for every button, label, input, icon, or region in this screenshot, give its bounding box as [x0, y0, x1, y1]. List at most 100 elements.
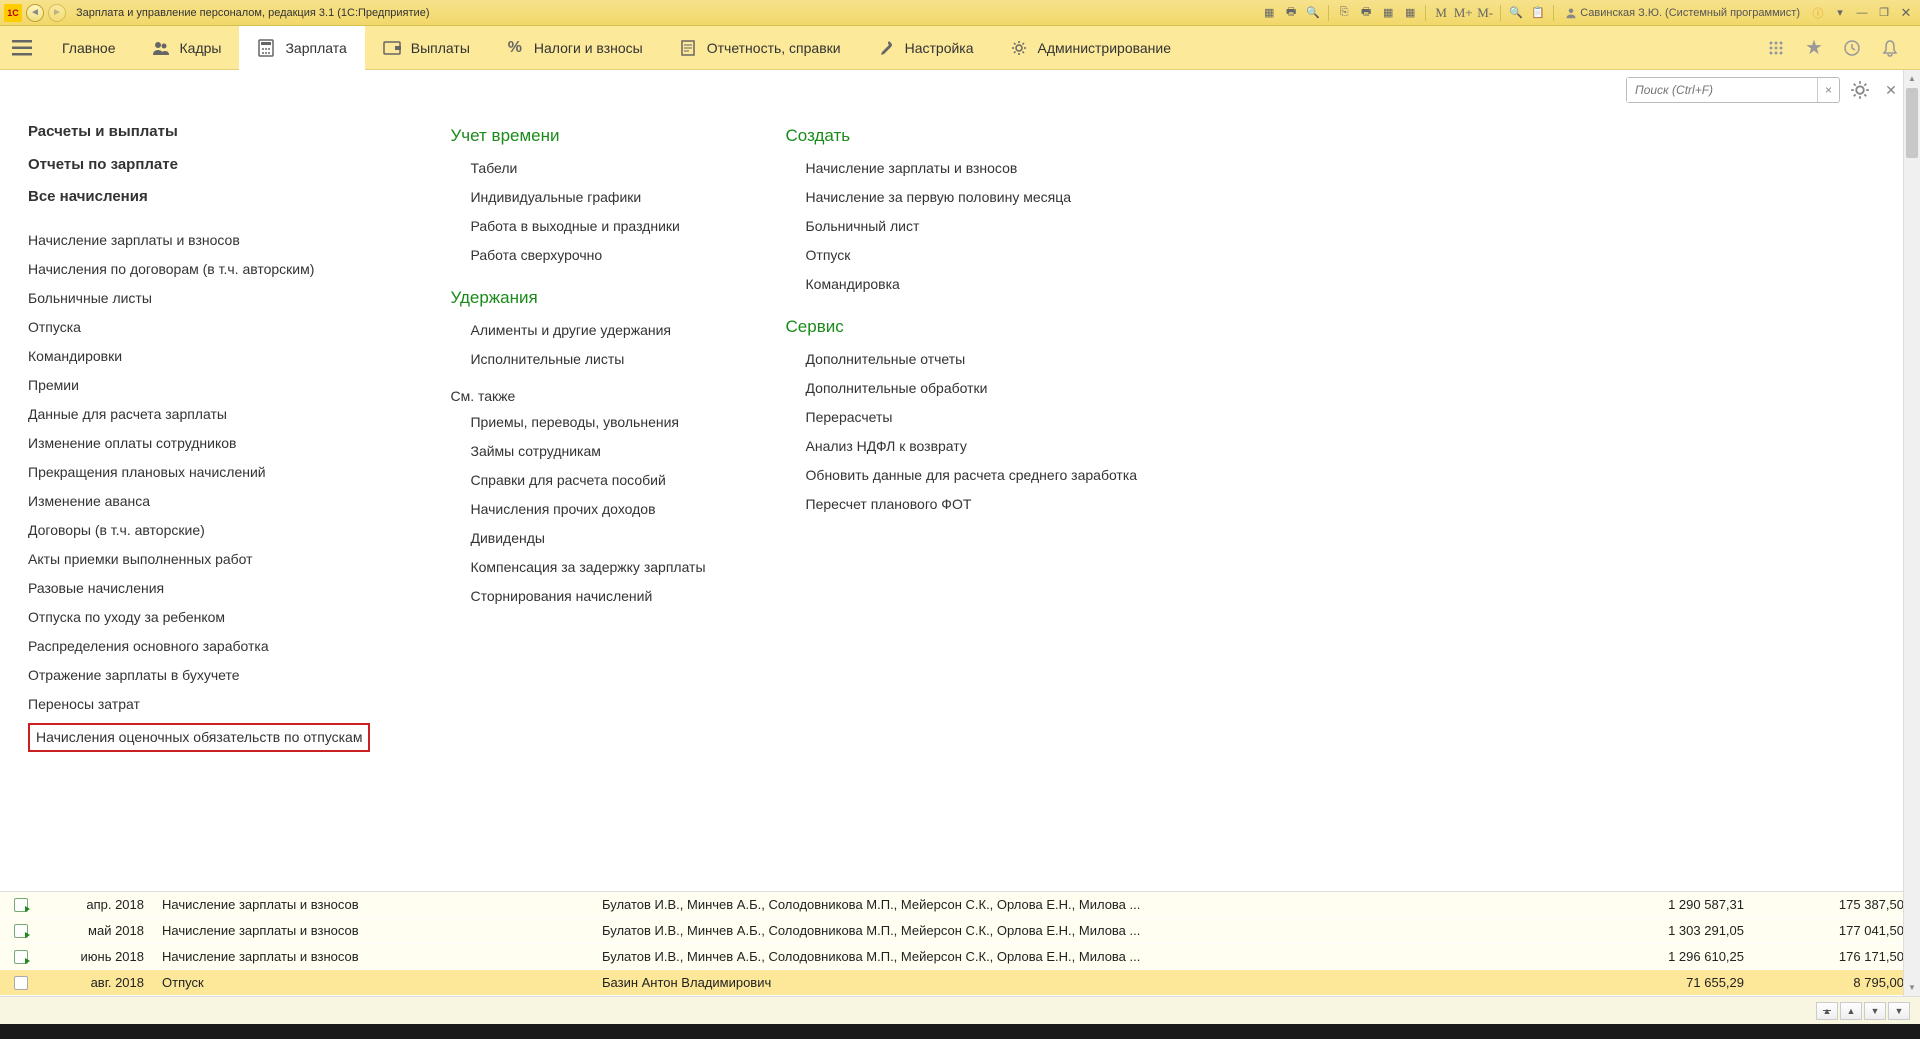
- link-col1-1[interactable]: Начисления по договорам (в т.ч. авторски…: [28, 255, 370, 284]
- link-col1-13[interactable]: Отпуска по уходу за ребенком: [28, 603, 370, 632]
- link-see-2[interactable]: Справки для расчета пособий: [470, 466, 705, 495]
- link-see-1[interactable]: Займы сотрудникам: [470, 437, 705, 466]
- nav-settings[interactable]: Настройка: [859, 26, 992, 70]
- link-col1-8[interactable]: Прекращения плановых начислений: [28, 458, 370, 487]
- scroll-down-icon[interactable]: ▼: [1904, 979, 1920, 996]
- link-col1-14[interactable]: Распределения основного заработка: [28, 632, 370, 661]
- link-salary-reports[interactable]: Отчеты по зарплате: [28, 149, 370, 182]
- tb-copy-icon[interactable]: ⎘: [1334, 5, 1354, 21]
- search-clear-button[interactable]: ×: [1817, 78, 1839, 102]
- link-see-0[interactable]: Приемы, переводы, увольнения: [470, 408, 705, 437]
- link-all-accruals[interactable]: Все начисления: [28, 181, 370, 214]
- close-icon[interactable]: ✕: [1896, 5, 1916, 21]
- link-serv-4[interactable]: Обновить данные для расчета среднего зар…: [806, 461, 1138, 490]
- nav-back-button[interactable]: ◄: [26, 4, 44, 22]
- memory-mplus[interactable]: M+: [1453, 5, 1473, 21]
- link-see-3[interactable]: Начисления прочих доходов: [470, 495, 705, 524]
- table-row[interactable]: май 2018Начисление зарплаты и взносовБул…: [0, 918, 1920, 944]
- link-time-3[interactable]: Работа сверхурочно: [470, 241, 705, 270]
- scroll-up-icon[interactable]: ▲: [1904, 70, 1920, 87]
- link-col1-10[interactable]: Договоры (в т.ч. авторские): [28, 516, 370, 545]
- link-create-0[interactable]: Начисление зарплаты и взносов: [806, 154, 1138, 183]
- star-icon[interactable]: ★: [1802, 36, 1826, 60]
- link-serv-1[interactable]: Дополнительные обработки: [806, 374, 1138, 403]
- nav-salary[interactable]: Зарплата: [239, 26, 364, 70]
- nav-taxes[interactable]: % Налоги и взносы: [488, 26, 661, 70]
- bell-icon[interactable]: [1878, 36, 1902, 60]
- link-create-2[interactable]: Больничный лист: [806, 212, 1138, 241]
- link-serv-2[interactable]: Перерасчеты: [806, 403, 1138, 432]
- nav-fwd-button[interactable]: ►: [48, 4, 66, 22]
- apps-icon[interactable]: [1764, 36, 1788, 60]
- nav-reports[interactable]: Отчетность, справки: [661, 26, 859, 70]
- link-serv-5[interactable]: Пересчет планового ФОТ: [806, 490, 1138, 519]
- memory-mminus[interactable]: M-: [1475, 5, 1495, 21]
- link-col1-2[interactable]: Больничные листы: [28, 284, 370, 313]
- vertical-scrollbar[interactable]: ▲ ▼: [1903, 70, 1920, 996]
- nav-main[interactable]: Главное: [44, 26, 134, 70]
- hamburger-button[interactable]: [0, 26, 44, 70]
- search-input[interactable]: [1627, 78, 1817, 102]
- nav-payments[interactable]: Выплаты: [365, 26, 488, 70]
- section-create: Создать: [786, 126, 1138, 146]
- link-create-4[interactable]: Командировка: [806, 270, 1138, 299]
- table-row[interactable]: авг. 2018ОтпускБазин Антон Владимирович7…: [0, 970, 1920, 996]
- memory-m[interactable]: M: [1431, 5, 1451, 21]
- tb-sheet-icon[interactable]: ▦: [1259, 5, 1279, 21]
- link-vacation-reserves[interactable]: Начисления оценочных обязательств по отп…: [28, 723, 370, 752]
- link-time-2[interactable]: Работа в выходные и праздники: [470, 212, 705, 241]
- history-icon[interactable]: [1840, 36, 1864, 60]
- panel-settings-button[interactable]: [1846, 78, 1874, 102]
- user-info[interactable]: Савинская З.Ю. (Системный программист): [1559, 7, 1806, 19]
- section-service: Сервис: [786, 317, 1138, 337]
- tb-calendar-icon[interactable]: ▦: [1378, 5, 1398, 21]
- link-serv-0[interactable]: Дополнительные отчеты: [806, 345, 1138, 374]
- scroll-thumb[interactable]: [1906, 88, 1918, 158]
- footer-bottom-button[interactable]: ▼: [1888, 1002, 1910, 1020]
- table-row[interactable]: июнь 2018Начисление зарплаты и взносовБу…: [0, 944, 1920, 970]
- titlebar: 1C ◄ ► Зарплата и управление персоналом,…: [0, 0, 1920, 26]
- link-create-1[interactable]: Начисление за первую половину месяца: [806, 183, 1138, 212]
- maximize-icon[interactable]: ❐: [1874, 5, 1894, 21]
- link-col1-15[interactable]: Отражение зарплаты в бухучете: [28, 661, 370, 690]
- close-panel-button[interactable]: ✕: [1880, 79, 1902, 101]
- tb-print2-icon[interactable]: 🖶: [1356, 5, 1376, 21]
- tb-zoom-icon[interactable]: 🔍: [1303, 5, 1323, 21]
- tb-zoom2-icon[interactable]: 🔍: [1506, 5, 1526, 21]
- help-icon[interactable]: ⓘ: [1808, 5, 1828, 21]
- table-row[interactable]: апр. 2018Начисление зарплаты и взносовБу…: [0, 892, 1920, 918]
- tb-grid-icon[interactable]: ▦: [1400, 5, 1420, 21]
- link-ded-0[interactable]: Алименты и другие удержания: [470, 316, 705, 345]
- footer-up-button[interactable]: ▲: [1840, 1002, 1862, 1020]
- dropdown-icon[interactable]: ▾: [1830, 5, 1850, 21]
- nav-admin[interactable]: Администрирование: [992, 26, 1190, 70]
- separator: [1553, 5, 1554, 21]
- link-col1-0[interactable]: Начисление зарплаты и взносов: [28, 226, 370, 255]
- separator: [1425, 5, 1426, 21]
- link-see-5[interactable]: Компенсация за задержку зарплаты: [470, 553, 705, 582]
- footer-down-button[interactable]: ▼: [1864, 1002, 1886, 1020]
- link-time-0[interactable]: Табели: [470, 154, 705, 183]
- link-col1-9[interactable]: Изменение аванса: [28, 487, 370, 516]
- link-see-6[interactable]: Сторнирования начислений: [470, 582, 705, 611]
- link-col1-5[interactable]: Премии: [28, 371, 370, 400]
- link-col1-7[interactable]: Изменение оплаты сотрудников: [28, 429, 370, 458]
- tb-clipboard-icon[interactable]: 📋: [1528, 5, 1548, 21]
- link-col1-16[interactable]: Переносы затрат: [28, 690, 370, 719]
- link-col1-4[interactable]: Командировки: [28, 342, 370, 371]
- section-deductions: Удержания: [450, 288, 705, 308]
- link-create-3[interactable]: Отпуск: [806, 241, 1138, 270]
- link-serv-3[interactable]: Анализ НДФЛ к возврату: [806, 432, 1138, 461]
- minimize-icon[interactable]: —: [1852, 5, 1872, 21]
- link-col1-12[interactable]: Разовые начисления: [28, 574, 370, 603]
- link-calculations[interactable]: Расчеты и выплаты: [28, 116, 370, 149]
- link-see-4[interactable]: Дивиденды: [470, 524, 705, 553]
- tb-print-icon[interactable]: 🖶: [1281, 5, 1301, 21]
- footer-top-button[interactable]: ▲: [1816, 1002, 1838, 1020]
- link-ded-1[interactable]: Исполнительные листы: [470, 345, 705, 374]
- nav-hr[interactable]: Кадры: [134, 26, 240, 70]
- link-col1-6[interactable]: Данные для расчета зарплаты: [28, 400, 370, 429]
- link-col1-11[interactable]: Акты приемки выполненных работ: [28, 545, 370, 574]
- link-time-1[interactable]: Индивидуальные графики: [470, 183, 705, 212]
- link-col1-3[interactable]: Отпуска: [28, 313, 370, 342]
